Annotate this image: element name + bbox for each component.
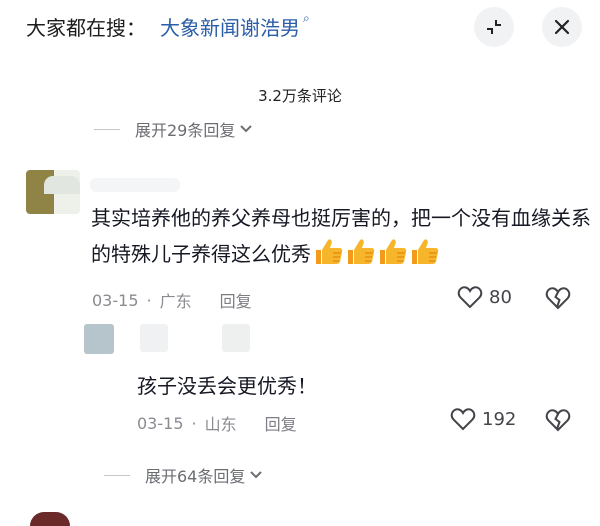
expand-replies-label: 展开29条回复 xyxy=(135,121,236,140)
reply-like-button[interactable]: 192 xyxy=(450,407,516,431)
like-button[interactable]: 80 xyxy=(457,285,512,309)
search-suggestion-link[interactable]: 大象新闻谢浩男 xyxy=(160,12,300,41)
reply-location: 山东 xyxy=(204,415,237,434)
like-count: 80 xyxy=(489,286,512,308)
reply-like-count: 192 xyxy=(482,408,517,430)
reply-text: 孩子没丢会更优秀！ xyxy=(137,374,317,398)
divider-line xyxy=(104,474,130,476)
username-blurred xyxy=(90,178,180,192)
search-suggestion-bar[interactable]: 大家都在搜： 大象新闻谢浩男 ⌕ xyxy=(26,11,310,41)
chevron-down-icon xyxy=(240,125,253,133)
avatar[interactable] xyxy=(26,170,80,214)
thumbs-up-icon xyxy=(313,237,441,265)
comments-count: 3.2万条评论 xyxy=(258,87,342,105)
expand-more-replies-label: 展开64条回复 xyxy=(145,467,246,486)
reply-dislike-button[interactable] xyxy=(545,408,571,432)
close-icon xyxy=(554,19,570,35)
comment-meta: 03-15 · 广东 回复 xyxy=(92,288,252,312)
reply-date: 03-15 xyxy=(137,413,184,433)
next-avatar-peek xyxy=(30,512,70,526)
expand-replies-button[interactable]: 展开29条回复 xyxy=(94,117,253,141)
heart-icon xyxy=(450,408,476,431)
meta-separator: · xyxy=(146,290,152,310)
heart-icon xyxy=(457,286,483,309)
expand-more-replies-button[interactable]: 展开64条回复 xyxy=(104,463,263,487)
reply-meta: 03-15 · 山东 回复 xyxy=(137,411,297,435)
dislike-button[interactable] xyxy=(545,286,571,310)
close-button[interactable] xyxy=(542,7,582,47)
minimize-icon xyxy=(487,20,501,34)
chevron-down-icon xyxy=(250,471,263,479)
divider-line xyxy=(94,128,120,130)
minimize-button[interactable] xyxy=(474,7,514,47)
broken-heart-icon xyxy=(545,287,571,310)
meta-separator: · xyxy=(191,413,197,433)
reply-reply-button[interactable]: 回复 xyxy=(265,411,297,435)
comment-date: 03-15 xyxy=(92,290,139,310)
search-icon: ⌕ xyxy=(303,10,310,25)
reply-username-blurred xyxy=(140,324,168,352)
broken-heart-icon xyxy=(545,409,571,432)
comment-location: 广东 xyxy=(159,292,192,311)
search-suggestion-prefix: 大家都在搜： xyxy=(26,15,146,40)
comment-body: 其实培养他的养父养母也挺厉害的，把一个没有血缘关系的特殊儿子养得这么优秀 xyxy=(91,200,591,272)
reply-button[interactable]: 回复 xyxy=(220,288,252,312)
reply-target-blurred xyxy=(222,324,250,352)
reply-avatar[interactable] xyxy=(84,324,114,354)
